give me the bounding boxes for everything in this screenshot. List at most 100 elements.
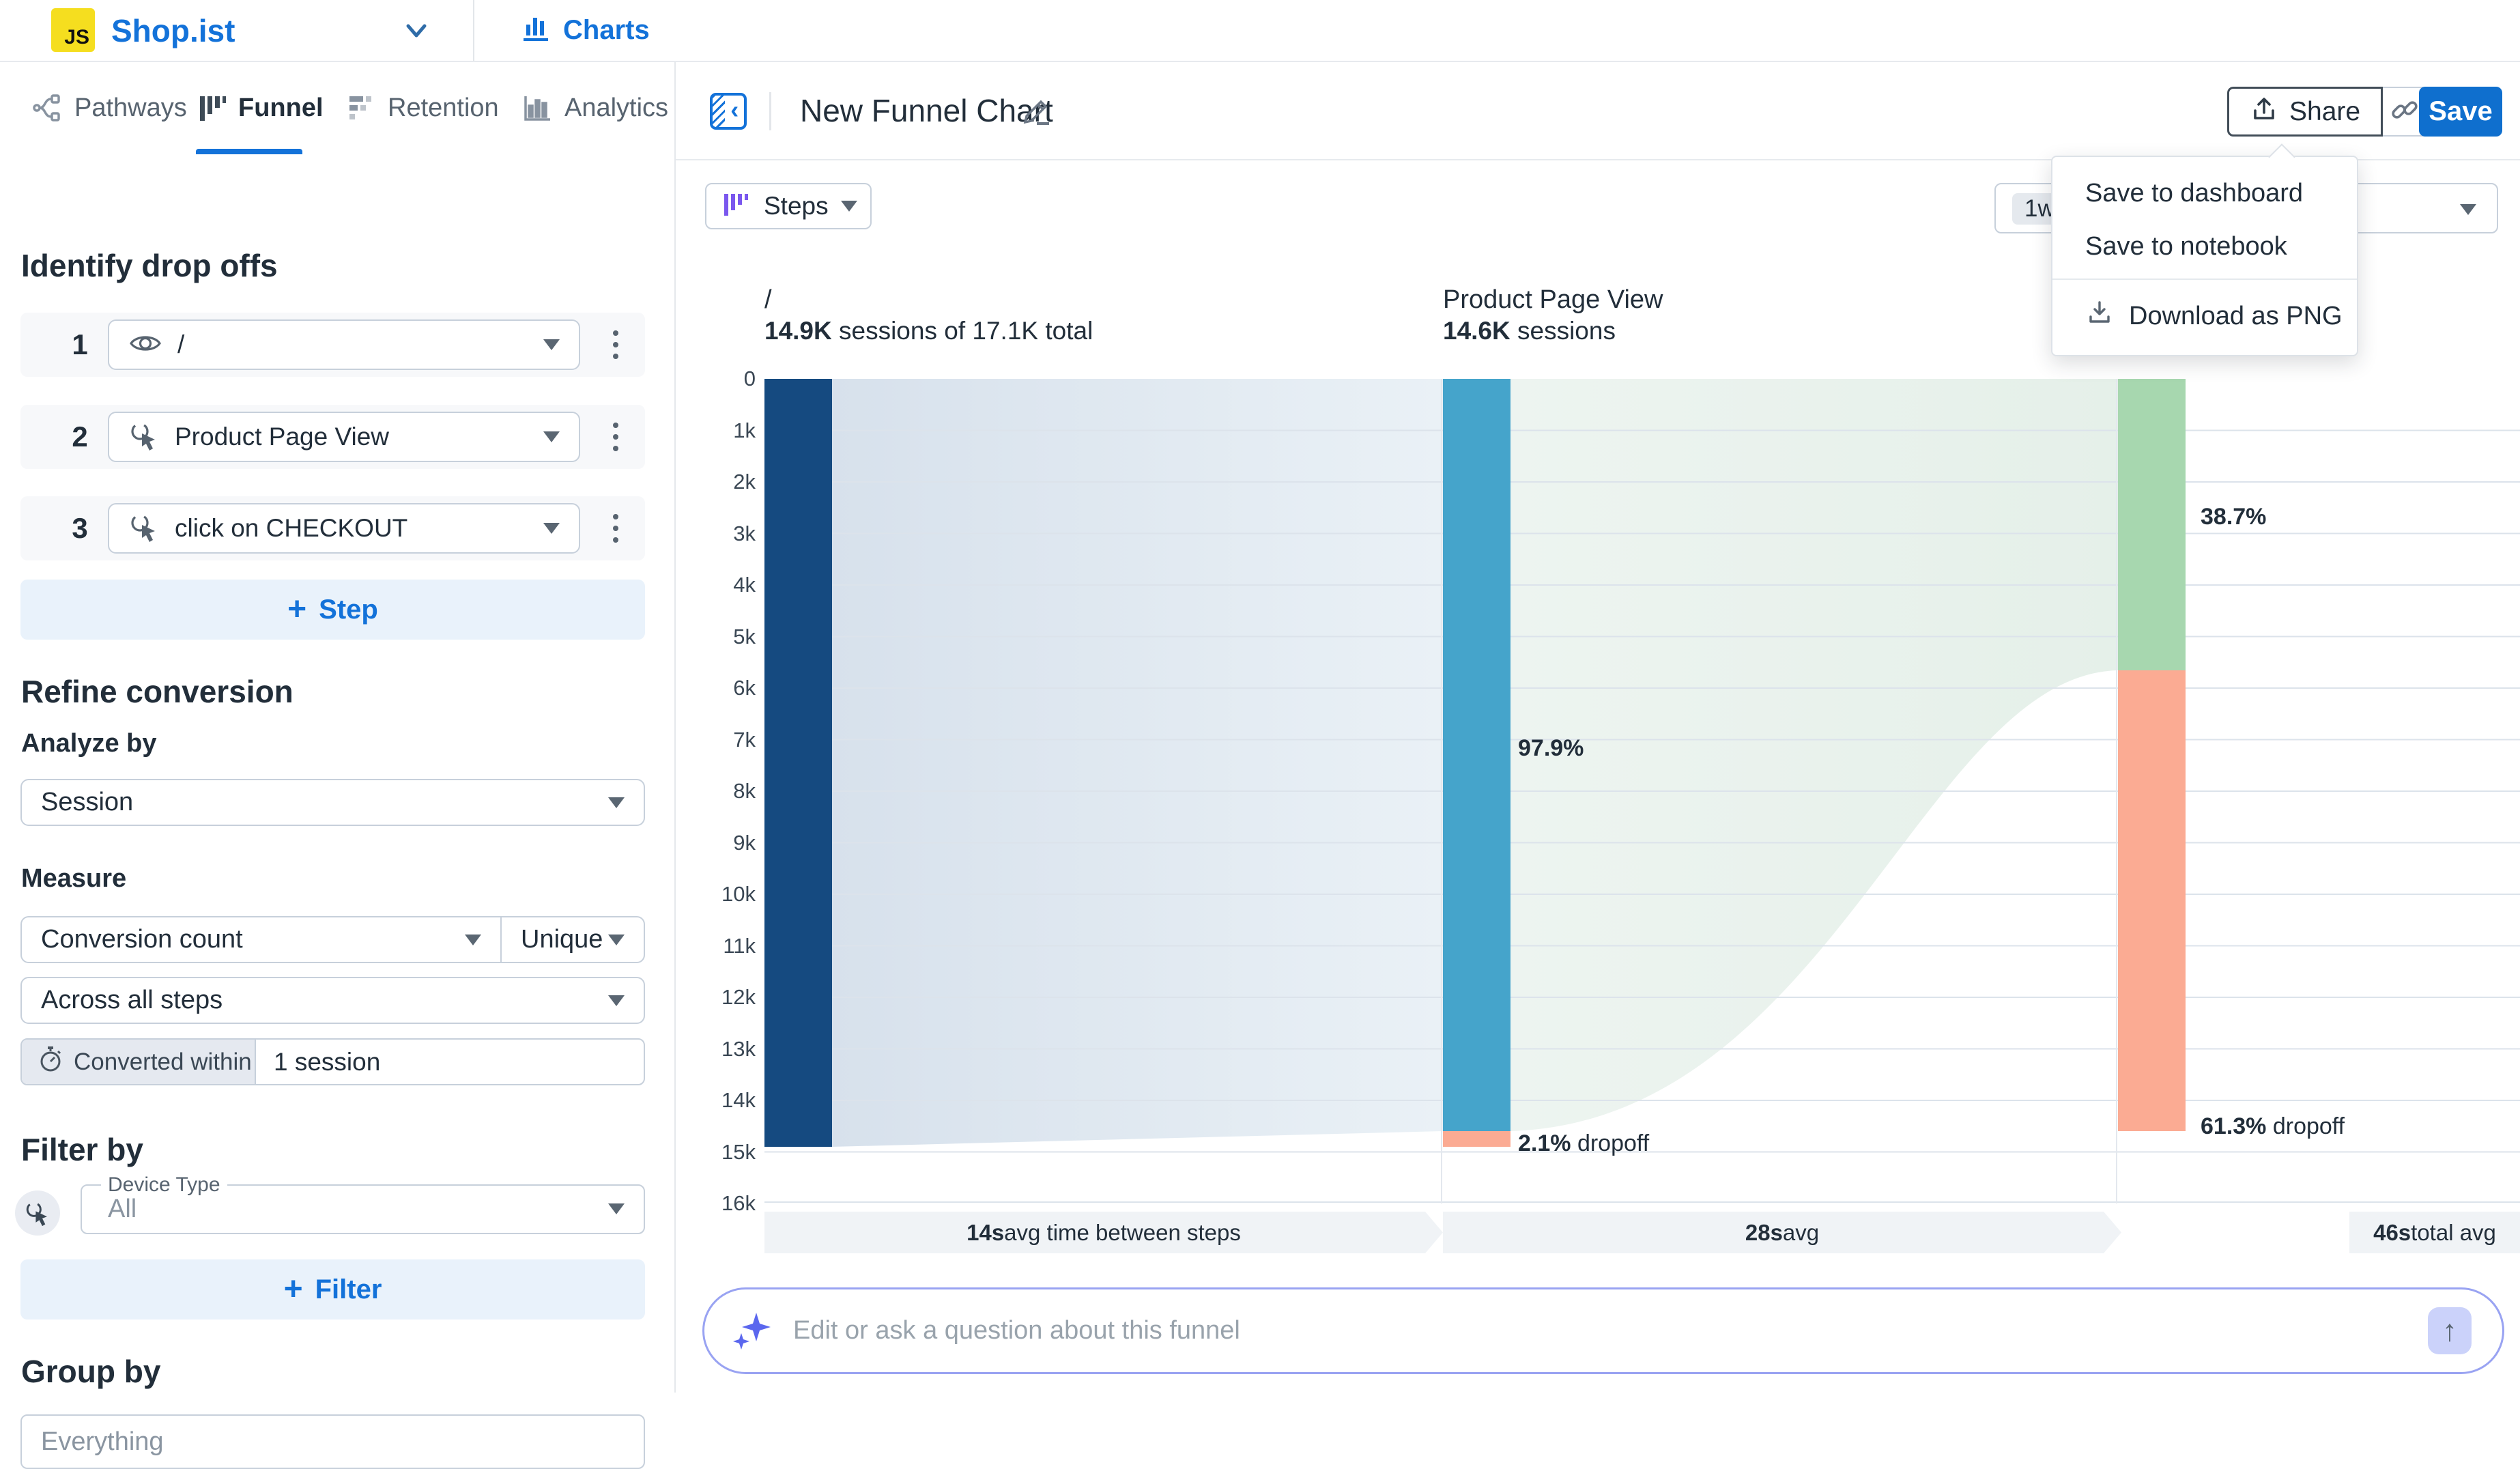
step-event-dropdown-1[interactable]: / xyxy=(108,319,580,370)
total-avg-band: 46s total avg xyxy=(2349,1212,2520,1253)
step-menu-kebab-icon[interactable] xyxy=(602,496,629,560)
topbar-divider xyxy=(473,0,474,61)
up-arrow-icon: ↑ xyxy=(2442,1314,2457,1348)
nav-charts[interactable]: Charts xyxy=(521,0,650,61)
tab-analytics-label: Analytics xyxy=(564,94,668,123)
menu-item-save-to-notebook[interactable]: Save to notebook xyxy=(2052,220,2357,273)
y-tick: 13k xyxy=(721,1037,756,1061)
tab-analytics[interactable]: Analytics xyxy=(522,62,668,154)
bar-step2-dropoff[interactable] xyxy=(1443,1131,1510,1147)
view-mode-dropdown[interactable]: Steps xyxy=(705,183,872,229)
y-tick: 15k xyxy=(721,1140,756,1165)
bar-step1[interactable] xyxy=(764,379,832,1147)
plus-icon: + xyxy=(287,593,306,626)
converted-within-control[interactable]: Converted within 1 session xyxy=(20,1038,645,1085)
step-event-dropdown-2[interactable]: Product Page View xyxy=(108,412,580,462)
filter-by-heading: Filter by xyxy=(21,1131,143,1168)
group-by-heading: Group by xyxy=(21,1353,160,1390)
step-sessions-rest: sessions of 17.1K total xyxy=(832,317,1093,345)
across-steps-dropdown[interactable]: Across all steps xyxy=(20,977,645,1024)
bar-step3-dropoff[interactable] xyxy=(2118,670,2186,1131)
app-window: JS Shop.ist Charts Pathways Funnel xyxy=(0,0,2520,1393)
chevron-down-icon xyxy=(841,201,857,212)
step-row-1: 1 / xyxy=(20,313,645,377)
device-type-filter[interactable]: Device Type All xyxy=(81,1184,645,1234)
share-button[interactable]: Share xyxy=(2227,87,2383,137)
y-tick: 16k xyxy=(721,1191,756,1216)
workspace-name[interactable]: Shop.ist xyxy=(111,0,235,61)
workspace-logo[interactable]: JS xyxy=(51,8,95,52)
bar-step3[interactable] xyxy=(2118,379,2186,670)
ask-ai-input[interactable] xyxy=(792,1315,2502,1346)
chevron-down-icon xyxy=(465,935,481,945)
tab-pathways-label: Pathways xyxy=(74,94,187,123)
step-event-label: Product Page View xyxy=(175,423,389,451)
measure-label: Measure xyxy=(21,864,126,894)
step-event-dropdown-3[interactable]: click on CHECKOUT xyxy=(108,503,580,554)
download-icon xyxy=(2085,298,2114,334)
funnel-svg xyxy=(764,379,2520,1203)
group-by-input[interactable]: Everything xyxy=(20,1414,645,1469)
collapse-stripes-icon xyxy=(713,96,725,127)
avg-time-band-1: 14s avg time between steps xyxy=(764,1212,1443,1253)
chevron-down-icon xyxy=(2460,204,2476,215)
measure-mode-value: Unique xyxy=(521,925,603,954)
share-group: Share xyxy=(2227,87,2428,137)
main-panel: ‹ New Funnel Chart Share xyxy=(676,62,2520,1393)
measure-mode-dropdown[interactable]: Unique xyxy=(500,916,645,963)
pathways-icon xyxy=(31,91,63,124)
add-filter-button[interactable]: + Filter xyxy=(20,1259,645,1320)
send-arrow-button[interactable]: ↑ xyxy=(2428,1307,2472,1354)
step-number: 1 xyxy=(63,313,97,377)
pageview-eye-icon xyxy=(128,330,162,360)
step-label: / xyxy=(764,285,1093,315)
ai-sparkle-icon xyxy=(732,1307,773,1354)
retention-icon xyxy=(345,92,377,124)
converted-within-value[interactable]: 1 session xyxy=(256,1040,644,1084)
collapse-sidebar-button[interactable]: ‹ xyxy=(710,93,747,130)
bar-step2[interactable] xyxy=(1443,379,1510,1131)
step-event-label: / xyxy=(177,330,184,359)
tab-funnel[interactable]: Funnel xyxy=(196,62,324,154)
step-event-label: click on CHECKOUT xyxy=(175,514,407,543)
dropoff-pct-step2: 2.1% dropoff xyxy=(1518,1130,1649,1157)
add-step-label: Step xyxy=(319,595,378,625)
step-menu-kebab-icon[interactable] xyxy=(602,405,629,469)
tab-pathways[interactable]: Pathways xyxy=(31,62,187,154)
edit-title-pencil-icon[interactable] xyxy=(1018,94,1054,132)
save-button[interactable]: Save xyxy=(2419,87,2502,137)
step-number: 3 xyxy=(63,496,97,560)
step-number: 2 xyxy=(63,405,97,469)
step-row-3: 3 click on CHECKOUT xyxy=(20,496,645,560)
collapse-chevron-icon: ‹ xyxy=(725,96,744,127)
add-step-button[interactable]: + Step xyxy=(20,580,645,640)
step-row-2: 2 Product Page View xyxy=(20,405,645,469)
tab-retention[interactable]: Retention xyxy=(345,62,499,154)
y-tick: 14k xyxy=(721,1088,756,1113)
workspace-badge: JS xyxy=(64,26,89,49)
menu-item-save-to-dashboard[interactable]: Save to dashboard xyxy=(2052,167,2357,220)
funnel-icon xyxy=(196,92,227,124)
add-filter-label: Filter xyxy=(315,1274,382,1305)
workspace-chevron-icon[interactable] xyxy=(401,18,431,42)
chevron-down-icon xyxy=(608,995,625,1006)
plus-icon: + xyxy=(284,1273,303,1306)
funnel-step-header-2: Product Page View 14.6K sessions xyxy=(1443,285,1663,346)
share-label: Share xyxy=(2289,97,2360,127)
measure-value: Conversion count xyxy=(41,925,243,954)
funnel-plot[interactable]: 97.9% 2.1% dropoff 38.7% 61.3% dropoff xyxy=(764,379,2520,1203)
device-type-value: All xyxy=(108,1186,137,1233)
measure-dropdown[interactable]: Conversion count xyxy=(20,916,502,963)
analytics-icon xyxy=(522,92,554,124)
y-tick: 10k xyxy=(721,882,756,907)
step-menu-kebab-icon[interactable] xyxy=(602,313,629,377)
chart-type-tabs: Pathways Funnel Retention Analytics xyxy=(0,62,674,158)
y-tick: 4k xyxy=(733,573,756,597)
y-tick: 8k xyxy=(733,779,756,803)
menu-item-download-png[interactable]: Download as PNG xyxy=(2052,289,2357,343)
tab-funnel-label: Funnel xyxy=(238,94,324,123)
link-icon xyxy=(2389,94,2420,129)
analyze-by-dropdown[interactable]: Session xyxy=(20,779,645,826)
y-tick: 5k xyxy=(733,625,756,649)
page-title: New Funnel Chart xyxy=(800,62,1053,159)
